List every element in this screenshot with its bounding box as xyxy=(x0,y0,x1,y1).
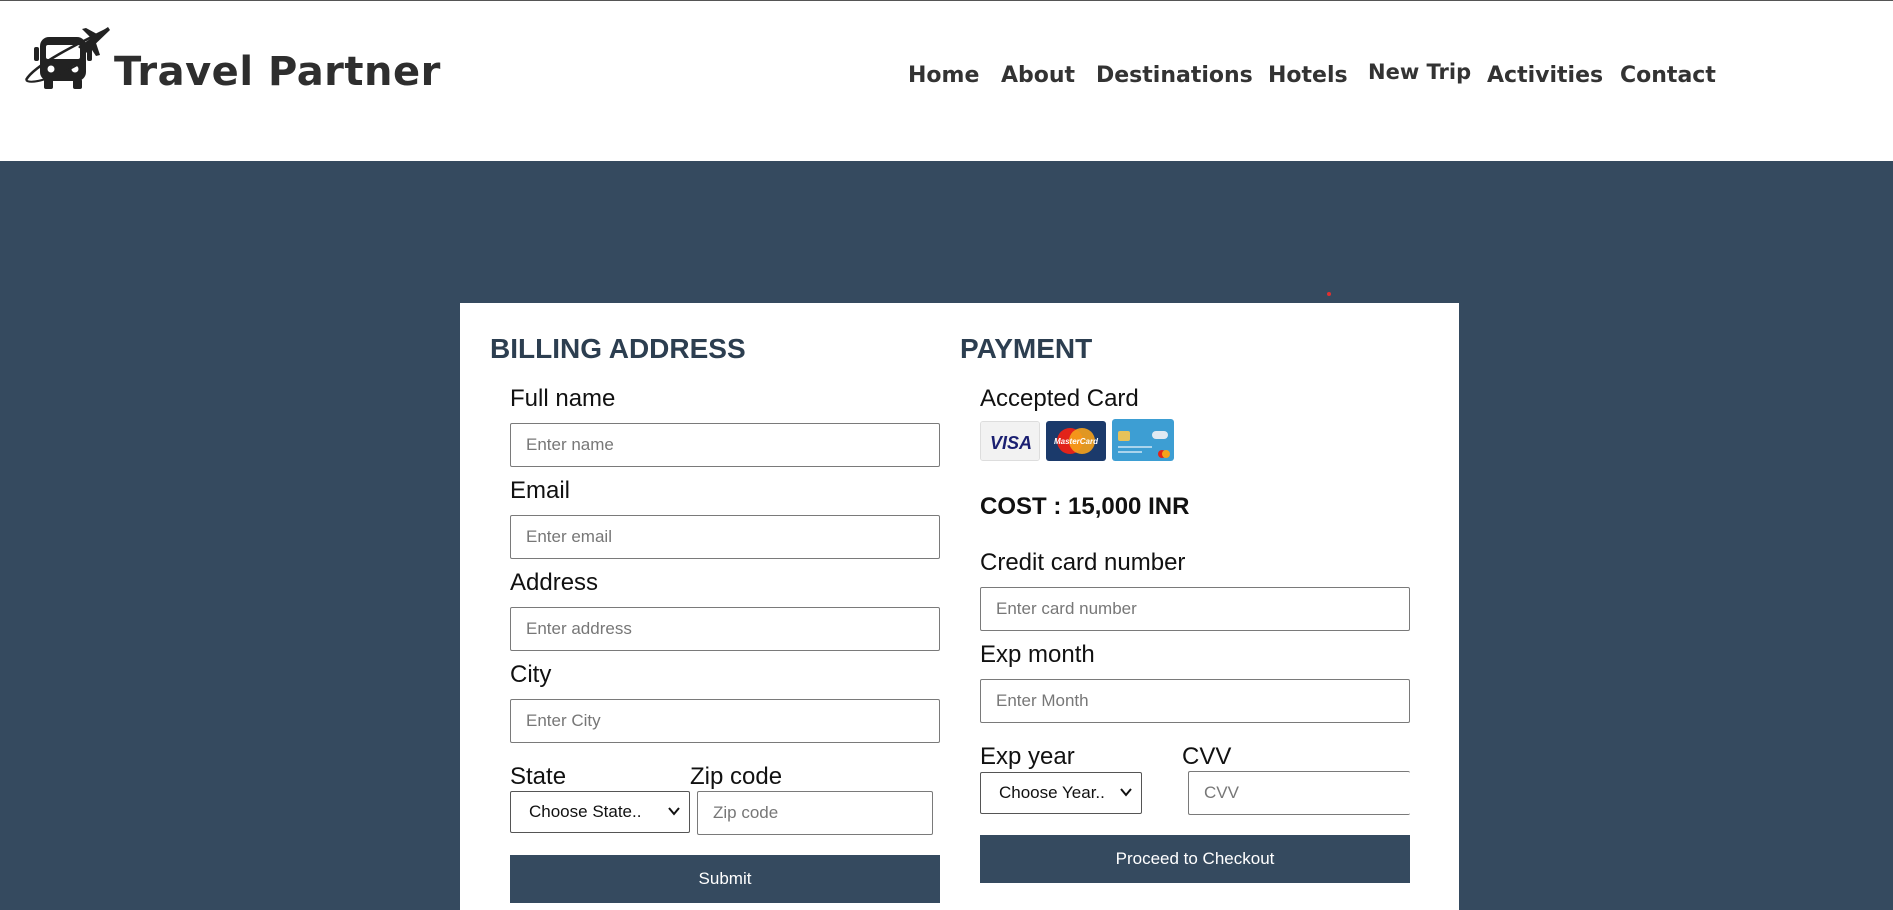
mastercard-card-icon: MasterCard xyxy=(1046,421,1106,461)
visa-card-icon: VISA xyxy=(980,421,1040,461)
exp-year-label: Exp year xyxy=(980,743,1075,770)
city-input[interactable] xyxy=(510,699,940,743)
exp-year-select[interactable]: Choose Year.. xyxy=(980,772,1142,814)
zip-code-label: Zip code xyxy=(690,763,783,790)
visa-text: VISA xyxy=(990,433,1032,453)
site-header: Travel Partner Home About Destinations H… xyxy=(0,1,1893,161)
full-name-label: Full name xyxy=(510,385,616,412)
accepted-card-label: Accepted Card xyxy=(980,385,1139,412)
state-label: State xyxy=(510,763,567,790)
proceed-to-checkout-button[interactable]: Proceed to Checkout xyxy=(980,835,1410,883)
full-name-input[interactable] xyxy=(510,423,940,467)
bus-airplane-logo-icon[interactable] xyxy=(24,25,110,93)
cvv-label: CVV xyxy=(1182,743,1232,770)
exp-year-selected-value: Choose Year.. xyxy=(999,783,1105,802)
card-number-label: Credit card number xyxy=(980,549,1186,576)
nav-new-trip[interactable]: New Trip xyxy=(1368,60,1471,84)
nav-hotels[interactable]: Hotels xyxy=(1268,63,1348,88)
nav-activities[interactable]: Activities xyxy=(1487,63,1603,88)
city-label: City xyxy=(510,661,552,688)
nav-destinations[interactable]: Destinations xyxy=(1096,63,1253,88)
submit-button[interactable]: Submit xyxy=(510,855,940,903)
state-selected-value: Choose State.. xyxy=(529,802,642,821)
checkout-form-card: BILLING ADDRESS Full name Email Address … xyxy=(460,303,1459,910)
chevron-down-icon xyxy=(1120,788,1132,797)
card-number-input[interactable] xyxy=(980,587,1410,631)
nav-home[interactable]: Home xyxy=(908,63,979,88)
chevron-down-icon xyxy=(668,807,680,816)
email-label: Email xyxy=(510,477,571,504)
nav-contact[interactable]: Contact xyxy=(1620,63,1716,88)
red-dot-marker xyxy=(1327,292,1331,296)
zip-code-input[interactable] xyxy=(697,791,933,835)
exp-month-input[interactable] xyxy=(980,679,1410,723)
nav-about[interactable]: About xyxy=(1001,63,1075,88)
credit-card-icon xyxy=(1112,419,1174,461)
cvv-input[interactable] xyxy=(1188,771,1410,815)
exp-month-label: Exp month xyxy=(980,641,1095,668)
mastercard-text: MasterCard xyxy=(1054,437,1099,446)
brand-name[interactable]: Travel Partner xyxy=(114,49,441,95)
billing-address-title: BILLING ADDRESS xyxy=(490,333,746,364)
payment-title: PAYMENT xyxy=(960,333,1093,364)
address-label: Address xyxy=(510,569,599,596)
address-input[interactable] xyxy=(510,607,940,651)
email-input[interactable] xyxy=(510,515,940,559)
state-select[interactable]: Choose State.. xyxy=(510,791,690,833)
cost-summary: COST : 15,000 INR xyxy=(980,493,1190,520)
